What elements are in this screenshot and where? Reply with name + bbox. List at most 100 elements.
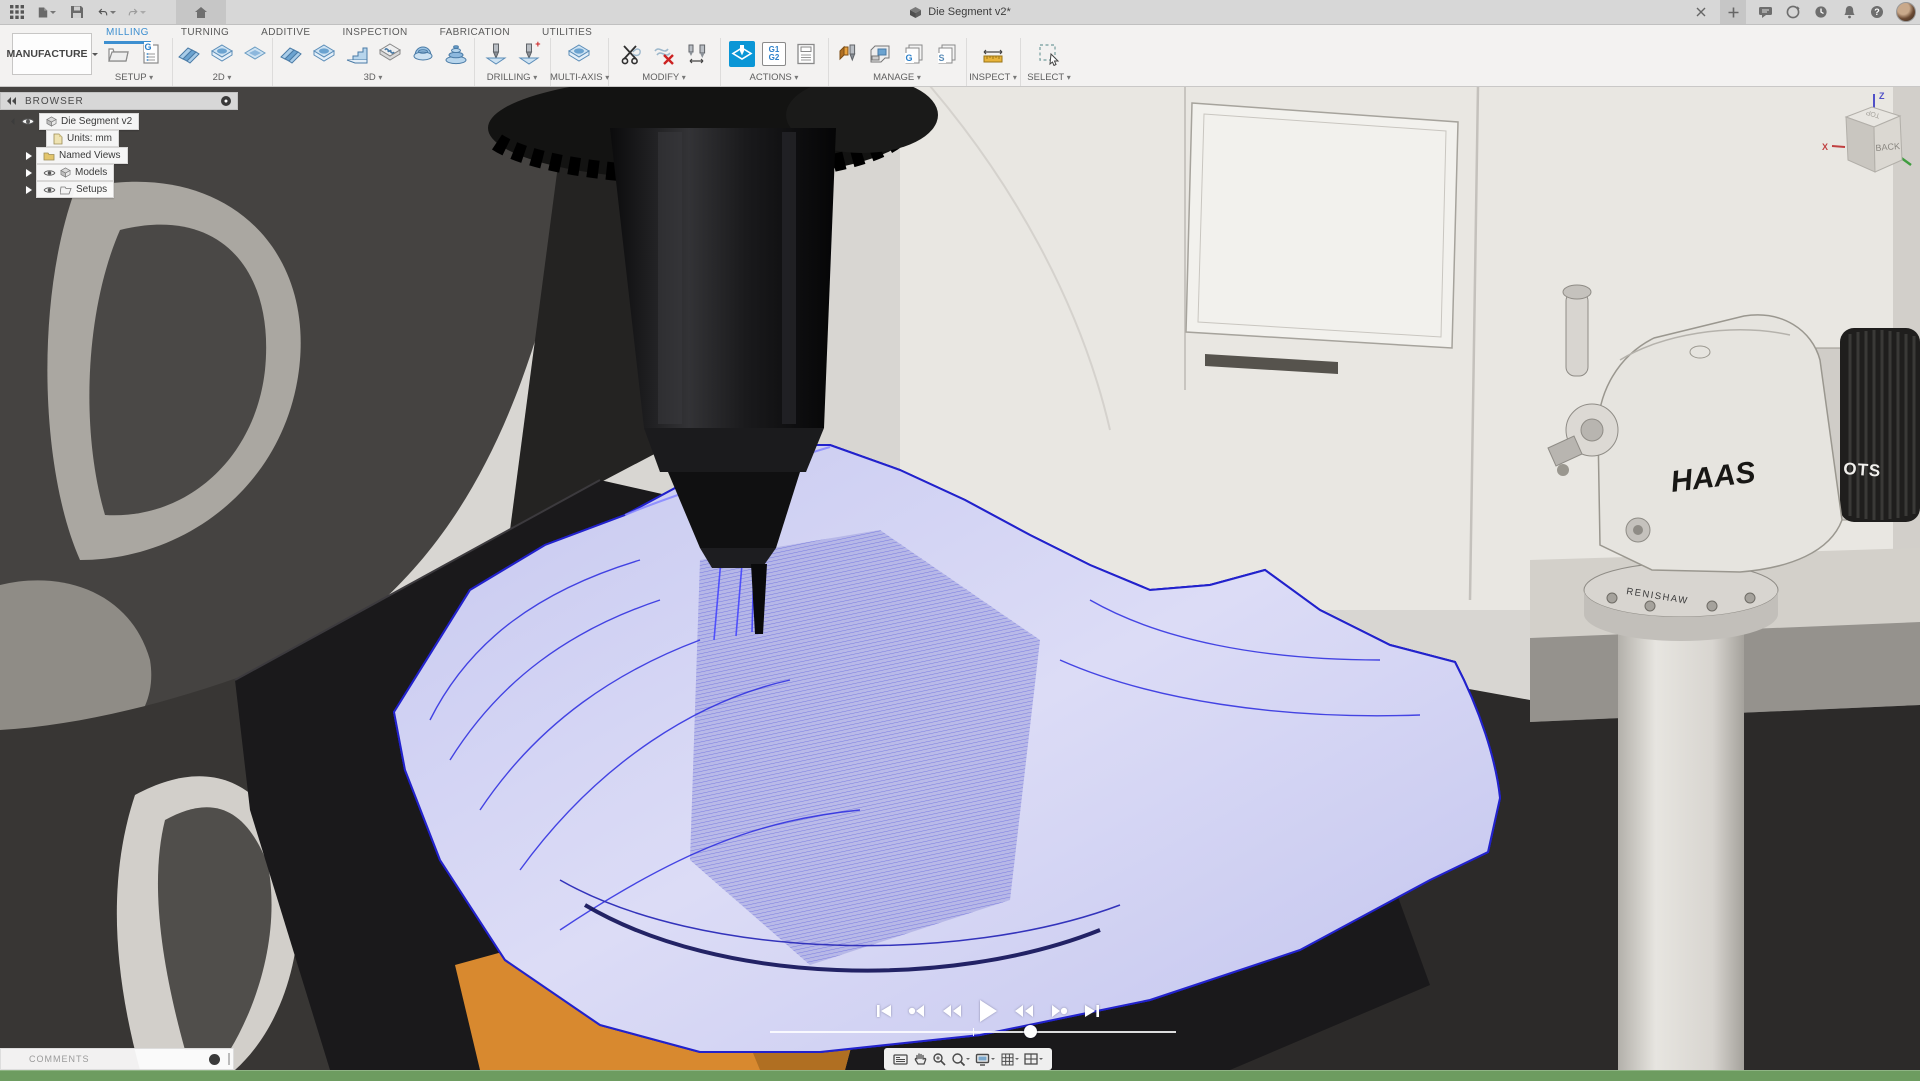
group-label-3d[interactable]: 3D ▾	[272, 72, 474, 83]
simulate-icon[interactable]	[729, 41, 755, 67]
browser-settings-icon[interactable]: ●	[221, 96, 231, 106]
steep-and-shallow-icon[interactable]	[344, 41, 370, 67]
viewport-3d[interactable]: RENISHAW OTS HAAS Z X BACK TOP	[0, 86, 1920, 1070]
templates-icon[interactable]: S	[934, 41, 960, 67]
step-forward-button[interactable]	[1014, 1004, 1034, 1018]
history-clock-icon[interactable]	[1812, 3, 1830, 21]
browser-item-label: Named Views	[59, 150, 121, 161]
zoom-window-icon[interactable]	[951, 1052, 970, 1066]
browser-row-models[interactable]: Models	[26, 165, 114, 180]
next-operation-button[interactable]	[1050, 1004, 1068, 1018]
2d-pocket-icon[interactable]	[209, 41, 235, 67]
comments-label: COMMENTS	[29, 1054, 209, 1064]
go-to-end-button[interactable]	[1084, 1004, 1100, 1018]
swarf-icon[interactable]	[566, 41, 592, 67]
display-settings-icon[interactable]	[975, 1053, 995, 1066]
job-status-icon[interactable]	[1784, 3, 1802, 21]
create-nc-program-icon[interactable]: G	[138, 41, 164, 67]
adaptive-clearing-icon[interactable]	[278, 41, 304, 67]
new-setup-icon[interactable]	[105, 41, 131, 67]
browser-row-named-views[interactable]: Named Views	[26, 148, 128, 163]
help-icon[interactable]: ?	[1868, 3, 1886, 21]
pocket-clearing-icon[interactable]	[311, 41, 337, 67]
comments-bubble-icon[interactable]	[209, 1054, 220, 1065]
post-library-icon[interactable]: G	[901, 41, 927, 67]
browser-row-units[interactable]: Units: mm	[46, 131, 119, 146]
pan-hand-icon[interactable]	[914, 1052, 927, 1066]
comments-resize-handle[interactable]	[228, 1053, 230, 1065]
machine-library-icon[interactable]	[868, 41, 894, 67]
workspace-selector[interactable]: MANUFACTURE	[12, 33, 92, 75]
face-icon[interactable]	[242, 41, 268, 67]
viewports-icon[interactable]	[1024, 1053, 1043, 1065]
tool-library-icon[interactable]	[835, 41, 861, 67]
fit-view-icon[interactable]	[893, 1053, 908, 1066]
group-label-actions[interactable]: ACTIONS ▾	[720, 72, 828, 83]
measure-icon[interactable]	[980, 41, 1006, 67]
group-label-setup[interactable]: SETUP ▾	[96, 72, 172, 83]
undo-icon[interactable]	[98, 3, 116, 21]
play-button[interactable]	[978, 999, 998, 1023]
redo-icon[interactable]	[128, 3, 146, 21]
group-label-manage[interactable]: MANAGE ▾	[828, 72, 966, 83]
group-3d: 3D ▾	[272, 38, 475, 86]
scallop-icon[interactable]	[410, 41, 436, 67]
titlebar: Die Segment v2* ?	[0, 0, 1920, 25]
collapsed-arrow-icon[interactable]	[26, 186, 32, 194]
collapse-panel-icon[interactable]	[7, 97, 17, 105]
folder-icon	[43, 151, 55, 161]
comments-icon[interactable]	[1756, 3, 1774, 21]
compare-tools-icon[interactable]	[684, 41, 710, 67]
document-icon	[53, 133, 63, 145]
titlebar-right-icons: ?	[1692, 0, 1916, 24]
group-label-inspect[interactable]: INSPECT ▾	[966, 72, 1020, 83]
spiral-icon[interactable]	[443, 41, 469, 67]
setup-sheet-icon[interactable]	[793, 41, 819, 67]
trim-toolpath-icon[interactable]	[618, 41, 644, 67]
visibility-eye-icon[interactable]	[43, 169, 56, 177]
group-label-modify[interactable]: MODIFY ▾	[608, 72, 720, 83]
step-backward-button[interactable]	[942, 1004, 962, 1018]
drill-icon[interactable]	[483, 41, 509, 67]
expand-triangle-icon[interactable]	[11, 118, 18, 125]
notifications-bell-icon[interactable]	[1840, 3, 1858, 21]
profile-avatar[interactable]	[1896, 2, 1916, 22]
group-label-select[interactable]: SELECT ▾	[1020, 72, 1078, 83]
browser-row-setups[interactable]: Setups	[26, 182, 114, 197]
close-tab-icon[interactable]	[1692, 3, 1710, 21]
browser-item-label: Setups	[76, 184, 107, 195]
zoom-icon[interactable]	[932, 1052, 946, 1066]
visibility-eye-icon[interactable]	[43, 186, 56, 194]
simulation-timeline-slider[interactable]	[770, 1031, 1176, 1033]
file-menu-icon[interactable]	[38, 3, 56, 21]
home-tab[interactable]	[176, 0, 226, 24]
document-title-area: Die Segment v2*	[0, 0, 1920, 24]
app-grid-icon[interactable]	[8, 3, 26, 21]
group-actions: G1G2 ACTIONS ▾	[720, 38, 829, 86]
visibility-eye-icon[interactable]	[21, 117, 35, 126]
group-label-drilling[interactable]: DRILLING ▾	[474, 72, 550, 83]
post-process-icon[interactable]: G1G2	[762, 42, 786, 66]
parallel-icon[interactable]	[377, 41, 403, 67]
drill-add-icon[interactable]: +	[516, 41, 542, 67]
group-select: SELECT ▾	[1020, 38, 1078, 86]
axis-x-label: X	[1822, 142, 1828, 152]
collapsed-arrow-icon[interactable]	[26, 152, 32, 160]
go-to-beginning-button[interactable]	[876, 1004, 892, 1018]
browser-row-root[interactable]: Die Segment v2	[12, 114, 139, 129]
window-select-icon[interactable]	[1036, 41, 1062, 67]
svg-text:?: ?	[1874, 7, 1880, 17]
component-icon	[60, 167, 71, 178]
grid-and-snaps-icon[interactable]	[1001, 1053, 1019, 1066]
delete-passes-icon[interactable]	[651, 41, 677, 67]
group-label-2d[interactable]: 2D ▾	[172, 72, 272, 83]
new-tab-icon[interactable]	[1720, 0, 1746, 24]
browser-item-label: Die Segment v2	[61, 116, 132, 127]
collapsed-arrow-icon[interactable]	[26, 169, 32, 177]
comments-bar[interactable]: COMMENTS	[0, 1048, 234, 1070]
save-icon[interactable]	[68, 3, 86, 21]
group-label-multiaxis[interactable]: MULTI-AXIS ▾	[550, 72, 608, 83]
previous-operation-button[interactable]	[908, 1004, 926, 1018]
2d-adaptive-icon[interactable]	[176, 41, 202, 67]
timeline-handle[interactable]	[1024, 1025, 1037, 1038]
